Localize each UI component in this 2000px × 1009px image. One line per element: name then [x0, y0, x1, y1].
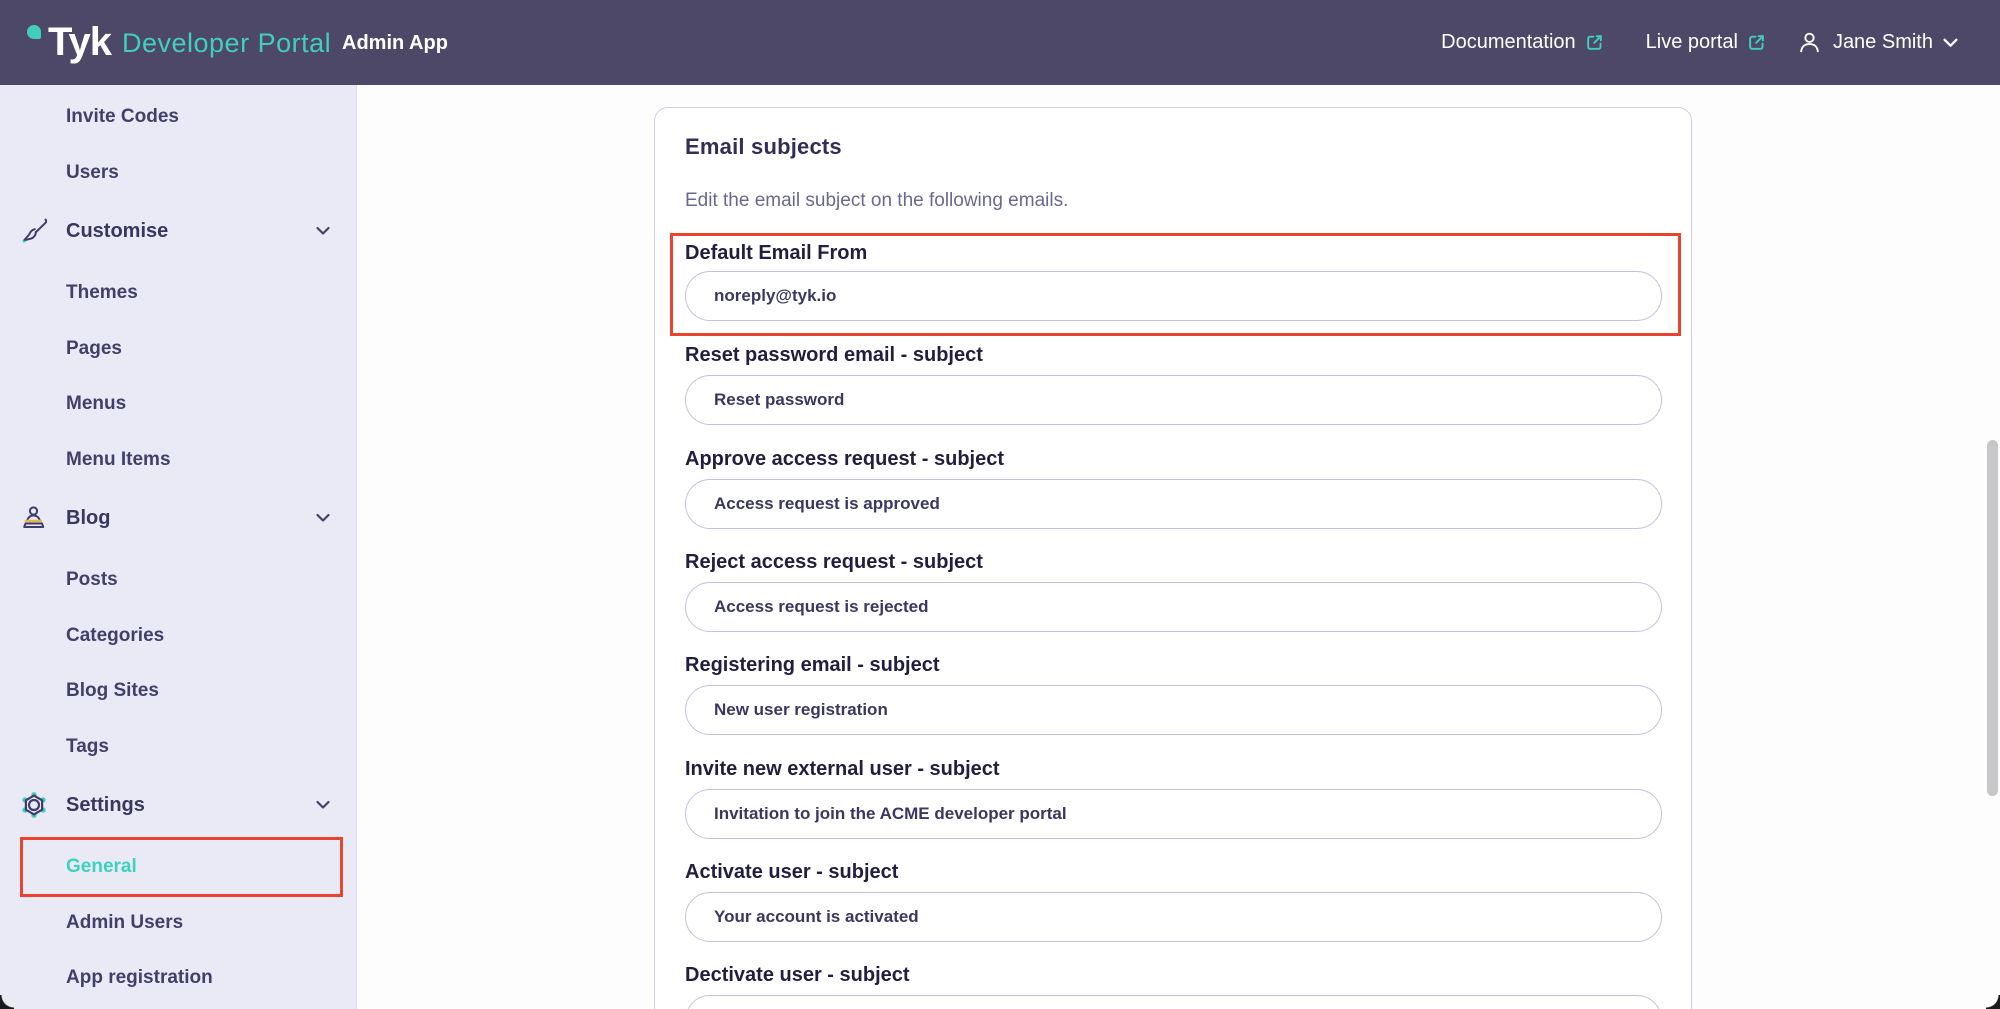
sidebar-item-posts[interactable]: Posts [0, 553, 357, 607]
field-group-reset-password-email-subject: Reset password email - subject [685, 343, 1662, 425]
sidebar-item-label: Pages [66, 338, 122, 360]
field-label: Activate user - subject [685, 860, 1662, 884]
approve-access-request-subject-input[interactable] [685, 479, 1662, 529]
sidebar-item-menus[interactable]: Menus [0, 377, 357, 431]
chevron-down-icon [316, 801, 330, 810]
sidebar-item-label: Customise [66, 220, 168, 243]
sidebar-item-invite-codes[interactable]: Invite Codes [0, 90, 357, 144]
field-label: Registering email - subject [685, 653, 1662, 677]
sidebar-item-app-registration[interactable]: App registration [0, 951, 357, 1005]
gear-icon [20, 791, 48, 819]
field-label: Reject access request - subject [685, 550, 1662, 574]
sidebar-item-label: Posts [66, 569, 118, 591]
window-corner [1986, 995, 2000, 1009]
documentation-label: Documentation [1441, 31, 1576, 54]
user-menu[interactable]: Jane Smith [1796, 29, 1958, 56]
sidebar-item-general[interactable]: General [0, 840, 357, 894]
person-icon [1796, 29, 1823, 56]
sidebar-item-label: Blog [66, 507, 110, 530]
sidebar-item-customise[interactable]: Customise [0, 204, 357, 258]
field-group-activate-user-subject: Activate user - subject [685, 860, 1662, 942]
header-nav: Documentation Live portal Jane Smith [1441, 0, 1958, 85]
product-name: Developer Portal [122, 20, 331, 66]
brush-icon [20, 217, 48, 245]
registering-email-subject-input[interactable] [685, 685, 1662, 735]
field-label: Approve access request - subject [685, 447, 1662, 471]
sidebar-item-label: Themes [66, 282, 138, 304]
live-portal-link[interactable]: Live portal [1646, 31, 1766, 54]
documentation-link[interactable]: Documentation [1441, 31, 1604, 54]
sidebar-item-label: Invite Codes [66, 106, 179, 128]
sidebar-item-users[interactable]: Users [0, 146, 357, 200]
sidebar-item-blog-sites[interactable]: Blog Sites [0, 664, 357, 718]
field-group-default-email-from: Default Email From [670, 233, 1681, 336]
sidebar-item-settings[interactable]: Settings [0, 778, 357, 832]
sidebar-item-admin-users[interactable]: Admin Users [0, 896, 357, 950]
blog-icon [20, 504, 48, 532]
app-header: Tyk Developer Portal Admin App Documenta… [0, 0, 2000, 85]
field-label: Dectivate user - subject [685, 963, 1662, 987]
field-group-reject-access-request-subject: Reject access request - subject [685, 550, 1662, 632]
dectivate-user-subject-input[interactable] [685, 995, 1662, 1009]
sidebar-item-label: Users [66, 162, 119, 184]
chevron-down-icon [1943, 38, 1958, 48]
vertical-scrollbar[interactable] [1987, 440, 1998, 796]
sidebar-item-categories[interactable]: Categories [0, 609, 357, 663]
sidebar-item-blog[interactable]: Blog [0, 491, 357, 545]
sidebar-item-label: Tags [66, 736, 109, 758]
reset-password-email-subject-input[interactable] [685, 375, 1662, 425]
user-name: Jane Smith [1833, 31, 1933, 54]
page-subtitle: Edit the email subject on the following … [685, 189, 1068, 212]
window-corner [0, 995, 14, 1009]
field-group-invite-new-external-user-subject: Invite new external user - subject [685, 757, 1662, 839]
default-email-from-input[interactable] [685, 271, 1662, 321]
brand-logo: Tyk [48, 15, 111, 69]
sidebar-item-label: Settings [66, 794, 145, 817]
field-group-registering-email-subject: Registering email - subject [685, 653, 1662, 735]
sidebar: Invite Codes Users Customise Themes Pages Men… [0, 85, 357, 1009]
sidebar-item-label: General [66, 856, 137, 878]
external-link-icon [1585, 33, 1604, 52]
chevron-down-icon [316, 227, 330, 236]
invite-new-external-user-subject-input[interactable] [685, 789, 1662, 839]
field-label: Default Email From [685, 241, 1666, 265]
sidebar-item-menu-items[interactable]: Menu Items [0, 433, 357, 487]
chevron-down-icon [316, 514, 330, 523]
sidebar-item-label: Blog Sites [66, 680, 159, 702]
field-label: Reset password email - subject [685, 343, 1662, 367]
sidebar-item-label: Categories [66, 625, 164, 647]
field-group-approve-access-request-subject: Approve access request - subject [685, 447, 1662, 529]
field-group-dectivate-user-subject: Dectivate user - subject [685, 963, 1662, 1009]
activate-user-subject-input[interactable] [685, 892, 1662, 942]
sidebar-item-pages[interactable]: Pages [0, 322, 357, 376]
live-portal-label: Live portal [1646, 31, 1738, 54]
sidebar-item-themes[interactable]: Themes [0, 266, 357, 320]
sidebar-item-label: App registration [66, 967, 213, 989]
tyk-leaf-icon [27, 25, 41, 39]
sidebar-item-tags[interactable]: Tags [0, 720, 357, 774]
sidebar-item-label: Admin Users [66, 912, 183, 934]
page-title: Email subjects [685, 133, 842, 161]
app-root: Tyk Developer Portal Admin App Documenta… [0, 0, 2000, 1009]
reject-access-request-subject-input[interactable] [685, 582, 1662, 632]
app-name: Admin App [342, 27, 448, 59]
sidebar-item-label: Menu Items [66, 449, 171, 471]
external-link-icon [1747, 33, 1766, 52]
sidebar-item-label: Menus [66, 393, 126, 415]
field-label: Invite new external user - subject [685, 757, 1662, 781]
